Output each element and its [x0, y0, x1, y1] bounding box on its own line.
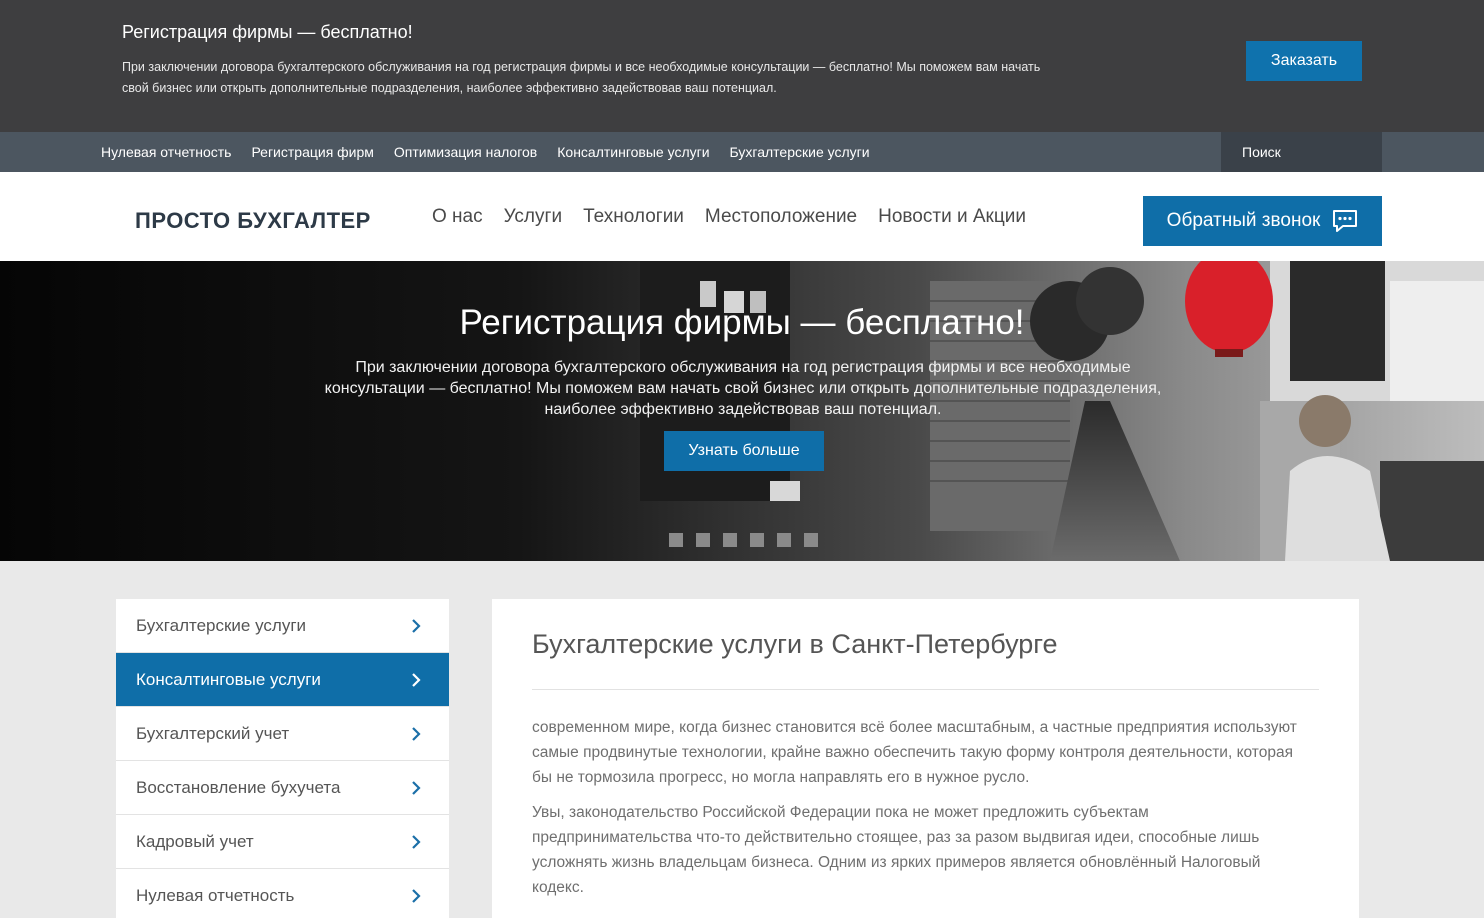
sidebar-item-label: Бухгалтерские услуги [136, 615, 307, 635]
slider-dot[interactable] [750, 533, 764, 547]
service-nav-item-zero-reporting[interactable]: Нулевая отчетность [101, 144, 231, 160]
sidebar-item-consulting-services[interactable]: Консалтинговые услуги [116, 653, 449, 707]
chevron-right-icon [412, 726, 421, 741]
main-nav-technologies[interactable]: Технологии [583, 206, 684, 228]
service-nav-item-tax-optimization[interactable]: Оптимизация налогов [394, 144, 537, 160]
page-title: Бухгалтерские услуги в Санкт-Петербурге [532, 629, 1058, 659]
content-paragraph: современном мире, когда бизнес становитс… [532, 719, 1297, 786]
main-nav-location[interactable]: Местоположение [705, 206, 857, 228]
sidebar-item-label: Восстановление бухучета [136, 777, 341, 797]
sidebar-item-restoration[interactable]: Восстановление бухучета [116, 761, 449, 815]
main-nav-services[interactable]: Услуги [504, 206, 562, 228]
sidebar-item-accounting-services[interactable]: Бухгалтерские услуги [116, 599, 449, 653]
service-nav-item-accounting[interactable]: Бухгалтерские услуги [730, 144, 870, 160]
chevron-right-icon [412, 888, 421, 903]
chevron-right-icon [412, 672, 421, 687]
sidebar-item-bookkeeping[interactable]: Бухгалтерский учет [116, 707, 449, 761]
divider [532, 689, 1319, 690]
slider-dot[interactable] [804, 533, 818, 547]
service-nav-item-consulting[interactable]: Консалтинговые услуги [557, 144, 709, 160]
chat-bubble-icon [1332, 209, 1358, 233]
logo[interactable]: ПРОСТО БУХГАЛТЕР [135, 208, 371, 234]
service-nav-item-registration[interactable]: Регистрация фирм [251, 144, 373, 160]
sidebar-item-label: Нулевая отчетность [136, 885, 295, 905]
callback-button[interactable]: Обратный звонок [1143, 196, 1382, 246]
promo-title: Регистрация фирмы — бесплатно! [122, 22, 413, 42]
sidebar-item-zero-reporting[interactable]: Нулевая отчетность [116, 869, 449, 918]
hero-slider: Регистрация фирмы — бесплатно! При заклю… [0, 261, 1484, 561]
site-header: ПРОСТО БУХГАЛТЕР О нас Услуги Технологии… [0, 172, 1484, 261]
service-nav: Нулевая отчетность Регистрация фирм Опти… [0, 132, 1484, 172]
slider-pagination [669, 533, 818, 547]
sidebar-item-label: Бухгалтерский учет [136, 723, 290, 743]
chevron-right-icon [412, 780, 421, 795]
main-nav-about[interactable]: О нас [432, 206, 483, 228]
sidebar-menu: Бухгалтерские услуги Консалтинговые услу… [116, 599, 449, 918]
content-paragraph: Увы, законодательство Российской Федерац… [532, 804, 1261, 896]
sidebar-item-label: Консалтинговые услуги [136, 669, 321, 689]
main-content: Бухгалтерские услуги в Санкт-Петербурге … [492, 599, 1359, 918]
learn-more-button[interactable]: Узнать больше [664, 431, 824, 471]
order-button[interactable]: Заказать [1246, 41, 1362, 81]
callback-button-label: Обратный звонок [1166, 210, 1321, 231]
main-nav: О нас Услуги Технологии Местоположение Н… [432, 206, 1047, 228]
search-input[interactable] [1242, 144, 1362, 160]
hero-text: При заключении договора бухгалтерского о… [324, 359, 1162, 418]
slider-dot[interactable] [723, 533, 737, 547]
slider-dot[interactable] [777, 533, 791, 547]
hero-title: Регистрация фирмы — бесплатно! [459, 303, 1025, 342]
promo-banner: Регистрация фирмы — бесплатно! При заклю… [0, 0, 1484, 132]
slider-dot[interactable] [696, 533, 710, 547]
promo-text: При заключении договора бухгалтерского о… [122, 60, 1041, 95]
sidebar-item-label: Кадровый учет [136, 831, 254, 851]
chevron-right-icon [412, 618, 421, 633]
sidebar-item-hr[interactable]: Кадровый учет [116, 815, 449, 869]
main-nav-news[interactable]: Новости и Акции [878, 206, 1026, 228]
chevron-right-icon [412, 834, 421, 849]
slider-dot[interactable] [669, 533, 683, 547]
search-box [1221, 132, 1382, 172]
